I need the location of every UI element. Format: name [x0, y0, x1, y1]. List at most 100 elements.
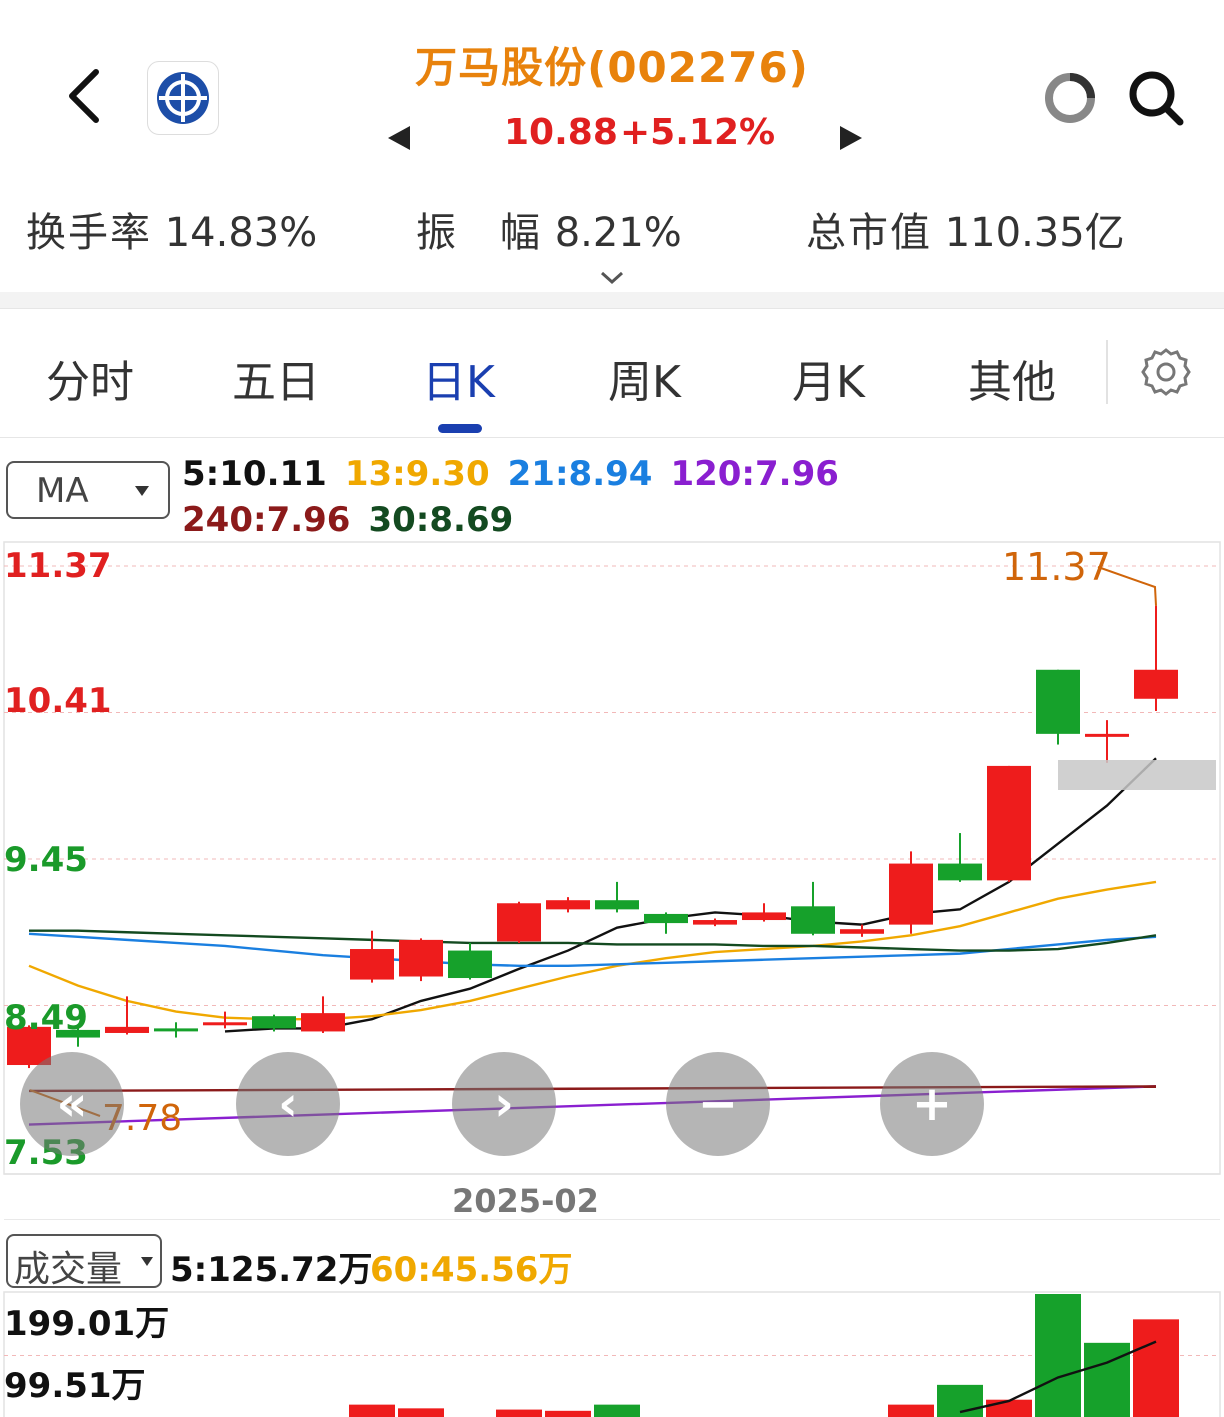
current-price: 10.88 — [504, 112, 618, 153]
zoom-first-button[interactable]: « — [20, 1052, 124, 1156]
search-icon — [1129, 71, 1184, 126]
ma120-value: 120:7.96 — [670, 454, 839, 494]
candle-body — [742, 912, 786, 921]
ma-line-30 — [29, 929, 1157, 952]
volume-bar — [1133, 1319, 1179, 1417]
stat-amplitude: 振 幅 8.21% — [416, 200, 682, 258]
scroll-left-button[interactable]: ‹ — [236, 1052, 340, 1156]
candle-body — [987, 765, 1031, 881]
indicator-select[interactable]: MA — [6, 461, 170, 519]
volume-bar — [888, 1404, 934, 1417]
expand-stats-button[interactable] — [598, 268, 626, 292]
candle-body — [399, 939, 443, 977]
stock-title: 万马股份(002276) — [415, 43, 809, 92]
volume-bar — [986, 1399, 1032, 1417]
candle-body — [301, 1013, 345, 1032]
candle-body — [1085, 733, 1129, 737]
ma240-value: 240:7.96 — [182, 500, 351, 540]
date-axis-label: 2025-02 — [452, 1182, 599, 1220]
stat-label: 振 幅 — [416, 210, 542, 256]
triangle-right-icon — [840, 126, 862, 150]
stat-label: 换手率 — [26, 210, 152, 256]
stat-value: 8.21% — [554, 210, 682, 256]
price-change: +5.12% — [620, 112, 776, 153]
tab-intraday[interactable]: 分时 — [46, 346, 134, 410]
section-divider — [0, 292, 1224, 308]
volume-select-label: 成交量 — [14, 1249, 123, 1290]
triangle-left-icon — [388, 126, 410, 150]
volume-chart[interactable] — [0, 1290, 1224, 1417]
tab-five-day[interactable]: 五日 — [232, 346, 320, 410]
volume-axis-label: 199.01万 — [4, 1304, 170, 1344]
volume-bar — [1084, 1342, 1130, 1417]
candle-body — [1036, 669, 1080, 734]
price-axis-label: 11.37 — [4, 546, 112, 586]
dropdown-caret-icon — [135, 486, 149, 496]
volume-ma5-value: 5:125.72万 — [170, 1250, 373, 1290]
stat-market-cap: 总市值 110.35亿 — [806, 200, 1125, 258]
tab-divider — [1106, 340, 1108, 404]
candle-body — [448, 950, 492, 979]
ma-line-120 — [28, 1085, 1157, 1126]
chart-frame — [3, 541, 1221, 1175]
loading-ring-icon — [1045, 73, 1095, 123]
candle-body — [644, 913, 688, 924]
search-button[interactable] — [1126, 68, 1186, 132]
refresh-button[interactable] — [1042, 70, 1098, 130]
stat-value: 110.35亿 — [944, 210, 1125, 256]
volume-bar — [398, 1408, 444, 1417]
candle-body — [546, 900, 590, 910]
volume-bar — [496, 1409, 542, 1417]
candle-body — [154, 1028, 198, 1032]
price-axis-label: 9.45 — [4, 840, 88, 880]
volume-indicator-select[interactable]: 成交量 — [6, 1234, 162, 1290]
ma-values-row1: 5:10.11 13:9.30 21:8.94 120:7.96 — [182, 454, 857, 494]
indicator-select-label: MA — [36, 471, 89, 511]
stat-label: 总市值 — [806, 210, 932, 256]
candle-body — [889, 863, 933, 925]
candle-body — [105, 1026, 149, 1033]
volume-bar — [1035, 1294, 1081, 1417]
zoom-in-button[interactable]: + — [880, 1052, 984, 1156]
volume-ma60-value: 60:45.56万 — [370, 1250, 573, 1290]
next-stock-button[interactable] — [838, 124, 864, 156]
volume-bar — [545, 1410, 591, 1417]
ma-values-row2: 240:7.96 30:8.69 — [182, 500, 531, 540]
tab-daily-k[interactable]: 日K — [422, 346, 495, 410]
price-axis-label: 10.41 — [4, 681, 112, 721]
tab-other[interactable]: 其他 — [968, 346, 1056, 410]
candle-body — [252, 1016, 296, 1029]
candle-body — [693, 920, 737, 925]
scroll-right-button[interactable]: › — [452, 1052, 556, 1156]
volume-axis-label: 99.51万 — [4, 1366, 146, 1406]
candle-body — [1134, 669, 1178, 699]
gear-icon — [1141, 348, 1191, 396]
crosshair-price-tag — [1058, 760, 1216, 790]
stat-turnover: 换手率 14.83% — [26, 200, 317, 258]
chevron-down-icon — [600, 271, 624, 285]
chart-settings-button[interactable] — [1140, 346, 1192, 402]
tab-weekly-k[interactable]: 周K — [608, 346, 681, 410]
ma30-value: 30:8.69 — [368, 500, 514, 540]
ma21-value: 21:8.94 — [507, 454, 653, 494]
price-axis-label: 8.49 — [4, 998, 88, 1038]
candle-body — [350, 949, 394, 980]
volume-bar — [937, 1384, 983, 1417]
dropdown-caret-icon — [141, 1257, 153, 1266]
zoom-out-button[interactable]: − — [666, 1052, 770, 1156]
volume-bar — [594, 1404, 640, 1417]
prev-stock-button[interactable] — [386, 124, 412, 156]
candle-body — [497, 903, 541, 942]
candle-body — [938, 863, 982, 881]
candle-body — [840, 929, 884, 934]
candle-body — [203, 1022, 247, 1026]
candlestick-chart[interactable] — [0, 540, 1224, 1220]
volume-bar — [349, 1404, 395, 1417]
ma-line-240 — [28, 1085, 1157, 1093]
high-price-marker: 11.37 — [1002, 545, 1111, 589]
stat-value: 14.83% — [164, 210, 318, 256]
ma5-value: 5:10.11 — [182, 454, 327, 494]
tab-monthly-k[interactable]: 月K — [792, 346, 865, 410]
active-tab-indicator — [438, 424, 482, 433]
candle-body — [791, 906, 835, 934]
